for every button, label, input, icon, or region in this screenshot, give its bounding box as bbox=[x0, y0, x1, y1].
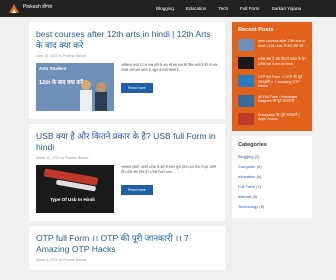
category-item[interactable]: Blogging (4) bbox=[238, 154, 306, 159]
nav-blogging[interactable]: Blogging bbox=[150, 6, 180, 11]
thumbnail-label: Type Of Usb In Hindi bbox=[50, 197, 95, 202]
category-item[interactable]: Technology (8) bbox=[238, 204, 306, 209]
recent-post-thumbnail[interactable] bbox=[238, 75, 254, 87]
site-header: Pinkesh डोगरा Blogging Education Tech Fu… bbox=[0, 0, 336, 17]
recent-post-item[interactable]: Fonepaisa की पूरी जानकारी | Apps review bbox=[238, 112, 306, 125]
category-item[interactable]: Full Form (4) bbox=[238, 184, 306, 189]
post-list: best courses after 12th arts in hindi | … bbox=[29, 22, 225, 275]
recent-post-item[interactable]: best courses after 12th arts in hindi | … bbox=[238, 39, 306, 51]
recent-post-thumbnail[interactable] bbox=[238, 112, 254, 125]
nav-sarkari-yojana[interactable]: Sarkari Yojana bbox=[265, 6, 307, 11]
category-link[interactable]: Blogging bbox=[238, 154, 254, 159]
recent-post-link[interactable]: USB क्या है और कितने प्रकार के है? USB f… bbox=[254, 57, 306, 69]
nav-tech[interactable]: Tech bbox=[212, 6, 234, 11]
widget-title: Recent Posts bbox=[238, 27, 274, 33]
category-count: (4) bbox=[256, 183, 261, 189]
post-card: USB क्या है और कितने प्रकार के है? USB f… bbox=[29, 124, 225, 221]
post-thumbnail[interactable]: Type Of Usb In Hindi bbox=[36, 165, 114, 213]
recent-post-link[interactable]: best courses after 12th arts in hindi | … bbox=[254, 39, 306, 51]
students-image bbox=[80, 80, 107, 111]
recent-post-thumbnail[interactable] bbox=[238, 39, 254, 51]
recent-posts-widget: Recent Posts best courses after 12th art… bbox=[232, 22, 312, 131]
recent-post-thumbnail[interactable] bbox=[238, 57, 254, 69]
post-card: best courses after 12th arts in hindi | … bbox=[29, 22, 225, 119]
post-excerpt: अधिकतर बच्चे 12 वा पास होने के बाद भी इस… bbox=[121, 63, 218, 72]
recent-post-item[interactable]: USB क्या है और कितने प्रकार के है? USB f… bbox=[238, 57, 306, 69]
recent-post-item[interactable]: OTP full Form ।। OTP की पूरी जानकारी ।। … bbox=[238, 75, 306, 89]
nav-education[interactable]: Education bbox=[180, 6, 212, 11]
category-count: (4) bbox=[254, 153, 260, 159]
recent-post-link[interactable]: OTP full Form ।। OTP की पूरी जानकारी ।। … bbox=[254, 75, 306, 89]
post-meta: March 19, 2021 by Pinkesh Bairwa bbox=[36, 156, 89, 160]
post-excerpt: नमस्कार दोस्तों, आपने USB के बारे में जर… bbox=[121, 165, 217, 174]
read-more-button[interactable]: Read more bbox=[121, 185, 153, 195]
recent-post-link[interactable]: All Full Form । Hardware Diagram की पूरी… bbox=[254, 95, 306, 107]
widget-title: Categories bbox=[238, 141, 267, 148]
post-title[interactable]: best courses after 12th arts in hindi | … bbox=[36, 29, 218, 51]
category-count: (5) bbox=[252, 193, 258, 199]
category-link[interactable]: Computer bbox=[238, 164, 256, 169]
recent-post-item[interactable]: All Full Form । Hardware Diagram की पूरी… bbox=[238, 94, 306, 107]
category-item[interactable]: internet (5) bbox=[238, 194, 306, 199]
site-brand[interactable]: Pinkesh डोगरा bbox=[23, 4, 52, 10]
category-link[interactable]: Full Form bbox=[238, 184, 255, 189]
thumbnail-label: Arts Student bbox=[39, 66, 67, 71]
post-meta: June 18, 2021 by Pinkesh Bairwa bbox=[36, 54, 87, 58]
post-title[interactable]: OTP full Form ।। OTP की पूरी जानकारी ।। … bbox=[36, 233, 218, 255]
post-meta: March 6, 2021 by Pinkesh Bairwa bbox=[36, 258, 87, 262]
post-title[interactable]: USB क्या है और कितने प्रकार के है? USB f… bbox=[36, 131, 218, 153]
post-card: OTP full Form ।। OTP की पूरी जानकारी ।। … bbox=[29, 226, 225, 270]
recent-post-link[interactable]: Fonepaisa की पूरी जानकारी | Apps review bbox=[254, 113, 306, 125]
main-nav: Blogging Education Tech Full Form Sarkar… bbox=[150, 0, 307, 17]
post-thumbnail[interactable]: Arts Student 12th के बाद क्या करें ? bbox=[36, 63, 114, 111]
category-count: (6) bbox=[256, 163, 262, 169]
category-link[interactable]: Technology bbox=[238, 204, 258, 209]
category-count: (6) bbox=[256, 173, 262, 179]
category-item[interactable]: education (6) bbox=[238, 174, 306, 179]
logo-icon[interactable] bbox=[8, 3, 20, 14]
categories-widget: Categories Blogging (4) Computer (6) edu… bbox=[232, 135, 312, 218]
nav-full-form[interactable]: Full Form bbox=[234, 6, 265, 11]
category-item[interactable]: Computer (6) bbox=[238, 164, 306, 169]
sidebar: Recent Posts best courses after 12th art… bbox=[232, 22, 312, 218]
recent-post-thumbnail[interactable] bbox=[238, 94, 254, 107]
read-more-button[interactable]: Read more bbox=[121, 83, 153, 93]
category-link[interactable]: education bbox=[238, 174, 255, 179]
category-link[interactable]: internet bbox=[238, 194, 251, 199]
category-count: (8) bbox=[259, 203, 265, 209]
